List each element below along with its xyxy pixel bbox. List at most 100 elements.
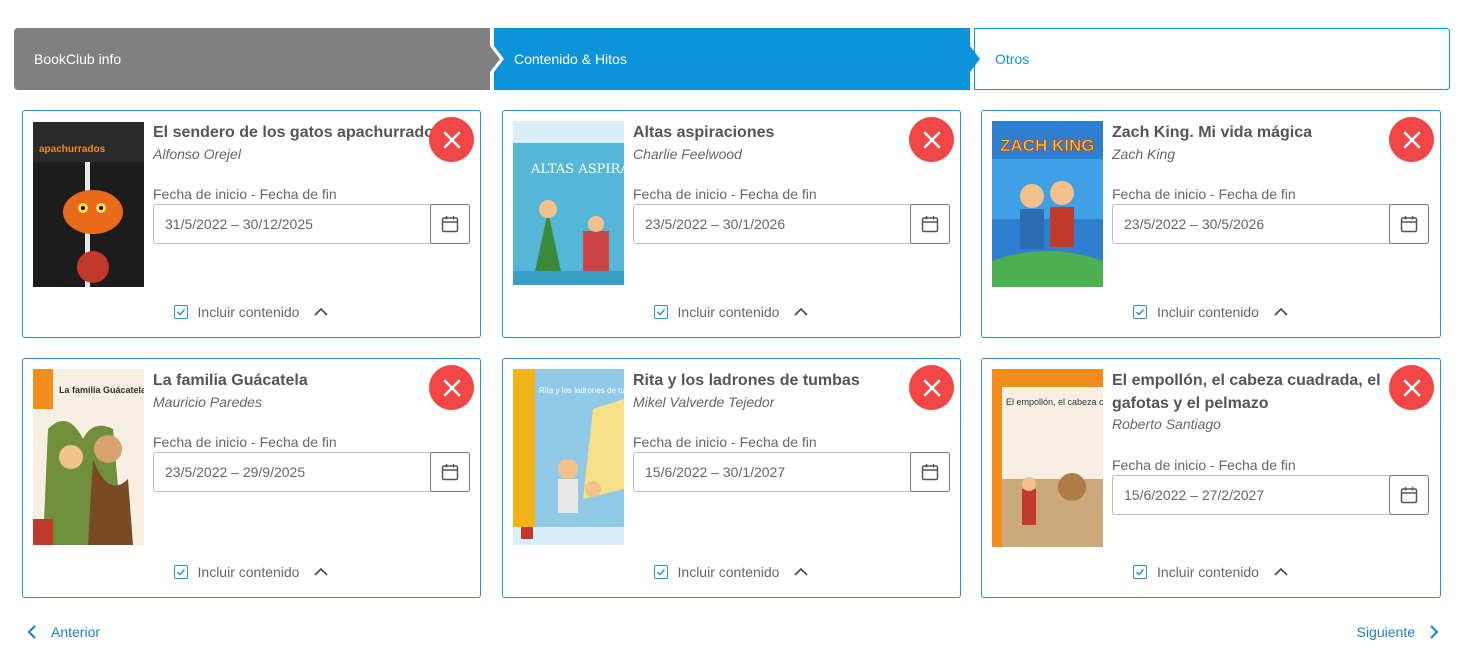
collapse-button[interactable] [793,567,809,577]
date-range-field[interactable]: 23/5/2022 – 30/5/2026 [1112,204,1429,244]
book-card: El empollón, el cabeza cuadrada, el gafo… [981,358,1441,598]
include-content-checkbox[interactable] [1133,305,1148,319]
book-cover: apachurrados [33,122,144,287]
calendar-button[interactable] [910,452,950,492]
date-range-field[interactable]: 23/5/2022 – 29/9/2025 [153,452,470,492]
chevron-up-icon [1274,307,1288,316]
close-icon [443,131,460,148]
book-card: La familia Guácatela La familia Guácatel… [22,358,481,598]
collapse-button[interactable] [1273,307,1289,317]
date-label: Fecha de inicio - Fecha de fin [153,186,337,202]
remove-book-button[interactable] [429,365,474,410]
include-content-checkbox[interactable] [173,565,188,579]
calendar-icon [1400,216,1418,233]
calendar-icon [441,216,459,233]
step-arrow [490,46,500,72]
calendar-button[interactable] [1389,475,1429,515]
date-range-value: 23/5/2022 – 30/1/2026 [645,216,786,232]
collapse-button[interactable] [313,567,329,577]
include-content-checkbox[interactable] [173,305,188,319]
calendar-button[interactable] [1389,204,1429,244]
step-label: Otros [995,51,1030,67]
chevron-up-icon [314,307,329,316]
check-icon [1135,568,1145,576]
include-content-row: Incluir contenido [503,304,960,320]
date-range-field[interactable]: 23/5/2022 – 30/1/2026 [633,204,950,244]
collapse-button[interactable] [793,307,809,317]
step-label: Contenido & Hitos [514,51,627,67]
book-author: Alfonso Orejel [153,146,241,162]
include-content-row: Incluir contenido [23,304,480,320]
check-icon [656,568,665,576]
close-icon [1403,379,1420,396]
book-card: ZACH KING Zach King. Mi vida mágica Zach… [981,110,1441,338]
chevron-up-icon [1274,567,1288,576]
book-cover: ZACH KING [992,121,1103,287]
calendar-icon [441,464,459,481]
book-cover: El empollón, el cabeza cuadrada, el gafo… [992,369,1103,547]
remove-book-button[interactable] [909,365,954,410]
book-title: El sendero de los gatos apachurrados [153,124,443,141]
close-icon [923,379,940,396]
include-content-label: Incluir contenido [1157,304,1259,320]
include-content-row: Incluir contenido [982,564,1440,580]
step-contenido-hitos[interactable]: Contenido & Hitos [494,28,970,90]
book-title: Zach King. Mi vida mágica [1112,124,1313,141]
include-content-checkbox[interactable] [1133,565,1148,579]
calendar-button[interactable] [910,204,950,244]
collapse-button[interactable] [1273,567,1289,577]
remove-book-button[interactable] [909,117,954,162]
book-author: Zach King [1112,146,1176,162]
check-icon [176,568,185,576]
check-icon [176,308,185,316]
step-label: BookClub info [34,51,122,67]
book-author: Roberto Santiago [1112,416,1221,432]
check-icon [1135,308,1145,316]
include-content-checkbox[interactable] [653,565,668,579]
include-content-row: Incluir contenido [23,564,480,580]
date-label: Fecha de inicio - Fecha de fin [1112,186,1296,202]
date-range-field[interactable]: 15/6/2022 – 27/2/2027 [1112,475,1429,515]
previous-label: Anterior [51,624,101,640]
include-content-row: Incluir contenido [503,564,960,580]
date-range-value: 23/5/2022 – 29/9/2025 [165,464,306,480]
step-bookclub-info[interactable]: BookClub info [14,28,490,90]
date-range-value: 31/5/2022 – 30/12/2025 [165,216,313,232]
date-range-value: 15/6/2022 – 30/1/2027 [645,464,786,480]
book-cover: Rita y los ladrones de tumbas [513,369,624,545]
close-icon [923,131,940,148]
include-content-label: Incluir contenido [197,564,300,580]
include-content-label: Incluir contenido [677,564,780,580]
date-range-field[interactable]: 15/6/2022 – 30/1/2027 [633,452,950,492]
book-author: Charlie Feelwood [633,146,742,162]
step-otros[interactable]: Otros [974,28,1450,90]
cover-title: El empollón, el cabeza cuadrada, el gafo… [1006,397,1103,407]
previous-button[interactable]: Anterior [27,624,100,640]
remove-book-button[interactable] [1389,117,1434,162]
date-label: Fecha de inicio - Fecha de fin [1112,457,1296,473]
date-range-field[interactable]: 31/5/2022 – 30/12/2025 [153,204,470,244]
book-author: Mikel Valverde Tejedor [633,394,775,410]
calendar-icon [1400,487,1418,504]
next-button[interactable]: Siguiente [1357,624,1439,640]
stepper: BookClub info Contenido & Hitos Otros [14,28,1450,90]
calendar-icon [921,216,939,233]
collapse-button[interactable] [313,307,329,317]
chevron-up-icon [794,567,809,576]
cover-title: apachurrados [39,144,106,155]
cover-title: La familia Guácatela [59,385,144,395]
include-content-label: Incluir contenido [677,304,780,320]
calendar-button[interactable] [430,204,470,244]
next-label: Siguiente [1356,624,1415,640]
book-cover: La familia Guácatela [33,369,144,545]
include-content-checkbox[interactable] [653,305,668,319]
remove-book-button[interactable] [1389,365,1434,410]
book-title: Rita y los ladrones de tumbas [633,372,860,389]
include-content-row: Incluir contenido [982,304,1440,320]
cover-title: ZACH KING [1000,136,1094,155]
book-card: ALTAS ASPIRACIONES Altas aspiraciones Ch… [502,110,961,338]
cover-title: ALTAS ASPIRACIONES [530,162,624,177]
book-author: Mauricio Paredes [153,394,262,410]
remove-book-button[interactable] [429,117,474,162]
calendar-button[interactable] [430,452,470,492]
